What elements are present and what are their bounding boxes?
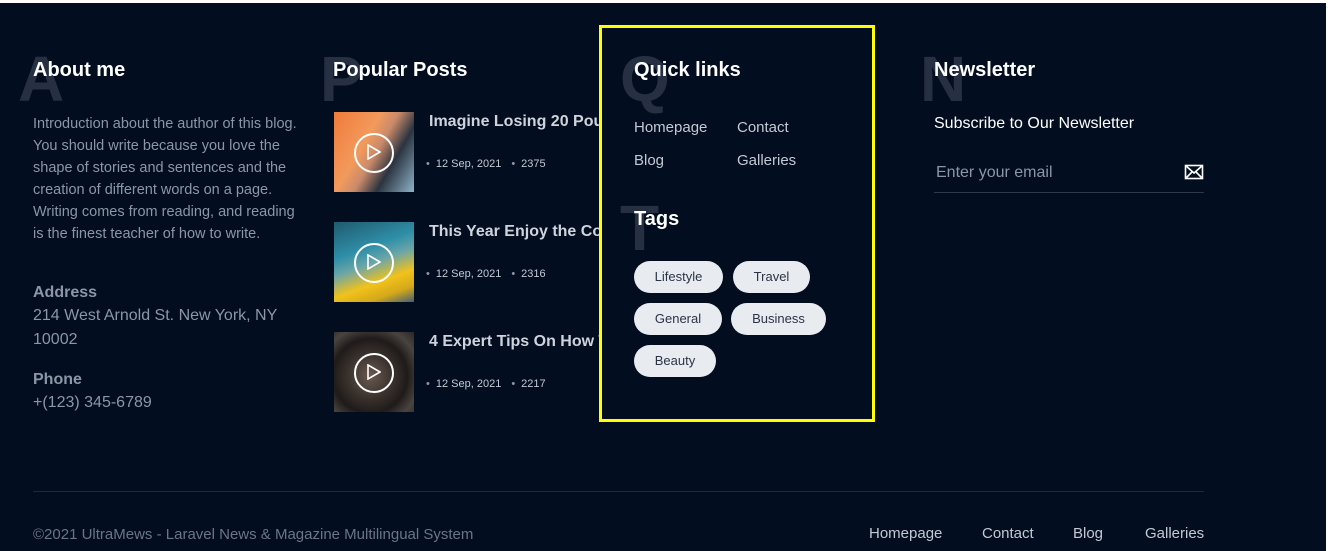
post-thumbnail[interactable] (334, 112, 414, 192)
phone-label: Phone (33, 371, 82, 388)
post-views: 2217 (521, 378, 546, 390)
post-thumbnail[interactable] (334, 222, 414, 302)
post-item[interactable]: This Year Enjoy the Color of Festival wi… (334, 222, 604, 302)
newsletter-email-input[interactable] (934, 155, 1178, 191)
address-value: 214 West Arnold St. New York, NY 10002 (33, 307, 277, 348)
tag-travel[interactable]: Travel (733, 261, 810, 293)
bottom-link-homepage[interactable]: Homepage (869, 525, 942, 542)
about-text: Introduction about the author of this bl… (33, 116, 297, 242)
copyright-text: ©2021 UltraMews - Laravel News & Magazin… (33, 526, 474, 543)
quicklink-blog[interactable]: Blog (634, 152, 664, 169)
newsletter-title: Newsletter (934, 59, 1036, 81)
post-title[interactable]: Imagine Losing 20 Pounds In 14 Days! (429, 112, 601, 150)
play-icon[interactable] (354, 243, 394, 283)
bottom-link-contact[interactable]: Contact (982, 525, 1034, 542)
address-label: Address (33, 284, 98, 301)
newsletter-input-underline (934, 192, 1204, 193)
post-date: 12 Sep, 2021 (435, 378, 502, 390)
envelope-icon[interactable] (1184, 163, 1204, 181)
post-meta: • 12 Sep, 2021 • 2316 (426, 268, 546, 280)
quicklinks-title: Quick links (634, 59, 741, 81)
site-footer: A About me Introduction about the author… (0, 3, 1326, 551)
bottom-link-galleries[interactable]: Galleries (1145, 525, 1204, 542)
post-meta: • 12 Sep, 2021 • 2217 (426, 378, 546, 390)
post-views: 2375 (521, 158, 546, 170)
bottom-link-blog[interactable]: Blog (1073, 525, 1103, 542)
footer-divider (33, 491, 1204, 492)
post-date: 12 Sep, 2021 (435, 268, 502, 280)
popular-title: Popular Posts (333, 59, 468, 81)
tag-beauty[interactable]: Beauty (634, 345, 716, 377)
tag-business[interactable]: Business (731, 303, 826, 335)
post-title[interactable]: 4 Expert Tips On How To Choose The Righ (429, 332, 601, 370)
post-item[interactable]: 4 Expert Tips On How To Choose The Righ … (334, 332, 604, 412)
tag-general[interactable]: General (634, 303, 722, 335)
post-thumbnail[interactable] (334, 332, 414, 412)
post-title[interactable]: This Year Enjoy the Color of Festival wi… (429, 222, 601, 260)
play-icon[interactable] (354, 133, 394, 173)
phone-value: +(123) 345-6789 (33, 394, 152, 411)
tag-lifestyle[interactable]: Lifestyle (634, 261, 723, 293)
play-icon[interactable] (354, 353, 394, 393)
quicklink-homepage[interactable]: Homepage (634, 119, 707, 136)
quicklink-galleries[interactable]: Galleries (737, 152, 796, 169)
post-date: 12 Sep, 2021 (435, 158, 502, 170)
newsletter-subtitle: Subscribe to Our Newsletter (934, 115, 1135, 132)
quicklink-contact[interactable]: Contact (737, 119, 789, 136)
tags-title: Tags (634, 208, 680, 230)
post-views: 2316 (521, 268, 546, 280)
about-title: About me (33, 59, 126, 81)
post-item[interactable]: Imagine Losing 20 Pounds In 14 Days! •12… (334, 112, 604, 192)
post-meta: • 12 Sep, 2021 • 2375 (426, 158, 546, 170)
